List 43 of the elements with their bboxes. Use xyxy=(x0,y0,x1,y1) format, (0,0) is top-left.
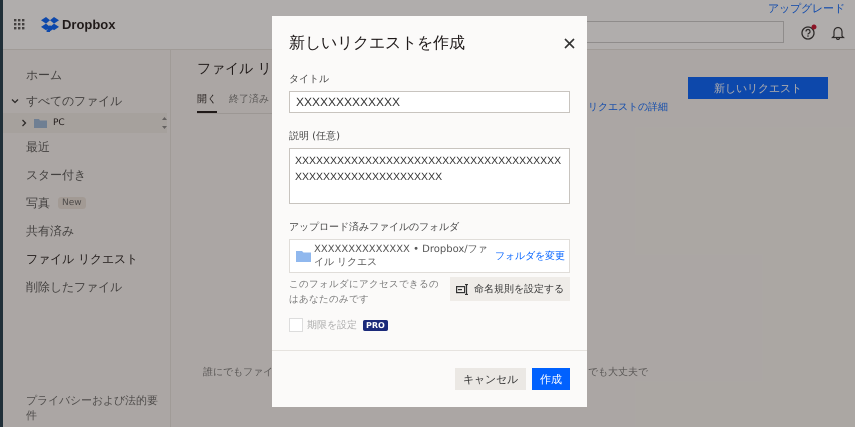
privacy-link[interactable]: プライバシーおよび法的要件 xyxy=(3,393,160,427)
sidebar-item[interactable]: 写真 xyxy=(26,194,50,212)
sidebar-item[interactable]: 共有済み xyxy=(3,217,170,245)
pro-badge: PRO xyxy=(363,320,388,330)
dialog-title: 新しいリクエストを作成 xyxy=(289,33,465,54)
request-details-link[interactable]: リクエストの詳細 xyxy=(588,100,855,114)
tab[interactable]: 終了済み xyxy=(229,92,269,113)
empty-state-text: でも大丈夫で xyxy=(588,366,649,379)
new-badge: New xyxy=(58,197,86,209)
change-folder-link[interactable]: フォルダを変更 xyxy=(495,249,565,263)
bell-icon[interactable] xyxy=(831,24,845,40)
access-note: このフォルダにアクセスできるのはあなたのみです xyxy=(289,278,440,307)
field-label: 説明 (任意) xyxy=(289,130,341,143)
apps-grid-icon[interactable] xyxy=(14,19,25,30)
sidebar-item[interactable]: 削除したファイル xyxy=(3,273,170,301)
close-icon[interactable] xyxy=(564,38,575,49)
folder-icon xyxy=(34,118,47,128)
new-request-button[interactable]: 新しいリクエスト xyxy=(688,77,828,99)
sidebar-item[interactable]: すべてのファイル xyxy=(3,89,170,113)
sidebar-item[interactable]: スター付き xyxy=(3,161,170,189)
deadline-label: 期限を設定 xyxy=(307,318,357,332)
create-button[interactable]: 作成 xyxy=(532,368,570,390)
sidebar-item[interactable]: ファイル リクエスト xyxy=(3,245,170,273)
sidebar-item[interactable]: 最近 xyxy=(3,133,170,161)
sidebar-item[interactable]: ホーム xyxy=(3,61,170,89)
field-label: タイトル xyxy=(289,73,330,86)
folder-icon xyxy=(296,250,311,262)
naming-rule-button[interactable]: 命名規則を設定する xyxy=(450,277,570,301)
dropbox-logo[interactable]: Dropbox xyxy=(41,17,116,32)
tree-item[interactable]: PC xyxy=(20,118,65,128)
help-icon[interactable] xyxy=(801,24,817,40)
folder-path: XXXXXXXXXXXXXX • Dropbox/ファイル リクエス xyxy=(314,243,489,269)
scroll-arrows-icon xyxy=(162,116,167,130)
tab[interactable]: 開く xyxy=(197,92,217,113)
rename-icon xyxy=(456,284,469,294)
box-icon xyxy=(41,17,59,32)
empty-state-text: 誰にでもファイ xyxy=(203,366,273,379)
upgrade-link[interactable]: アップグレード xyxy=(768,1,845,16)
page-title: ファイル リ xyxy=(197,60,272,78)
title-field[interactable]: XXXXXXXXXXXXX xyxy=(289,91,570,113)
cancel-button[interactable]: キャンセル xyxy=(455,368,526,390)
description-field[interactable]: XXXXXXXXXXXXXXXXXXXXXXXXXXXXXXXXXXXXXX XXXXXXXXXXXXXXXXXXXXX xyxy=(289,148,570,204)
field-label: アップロード済みファイルのフォルダ xyxy=(289,220,460,234)
